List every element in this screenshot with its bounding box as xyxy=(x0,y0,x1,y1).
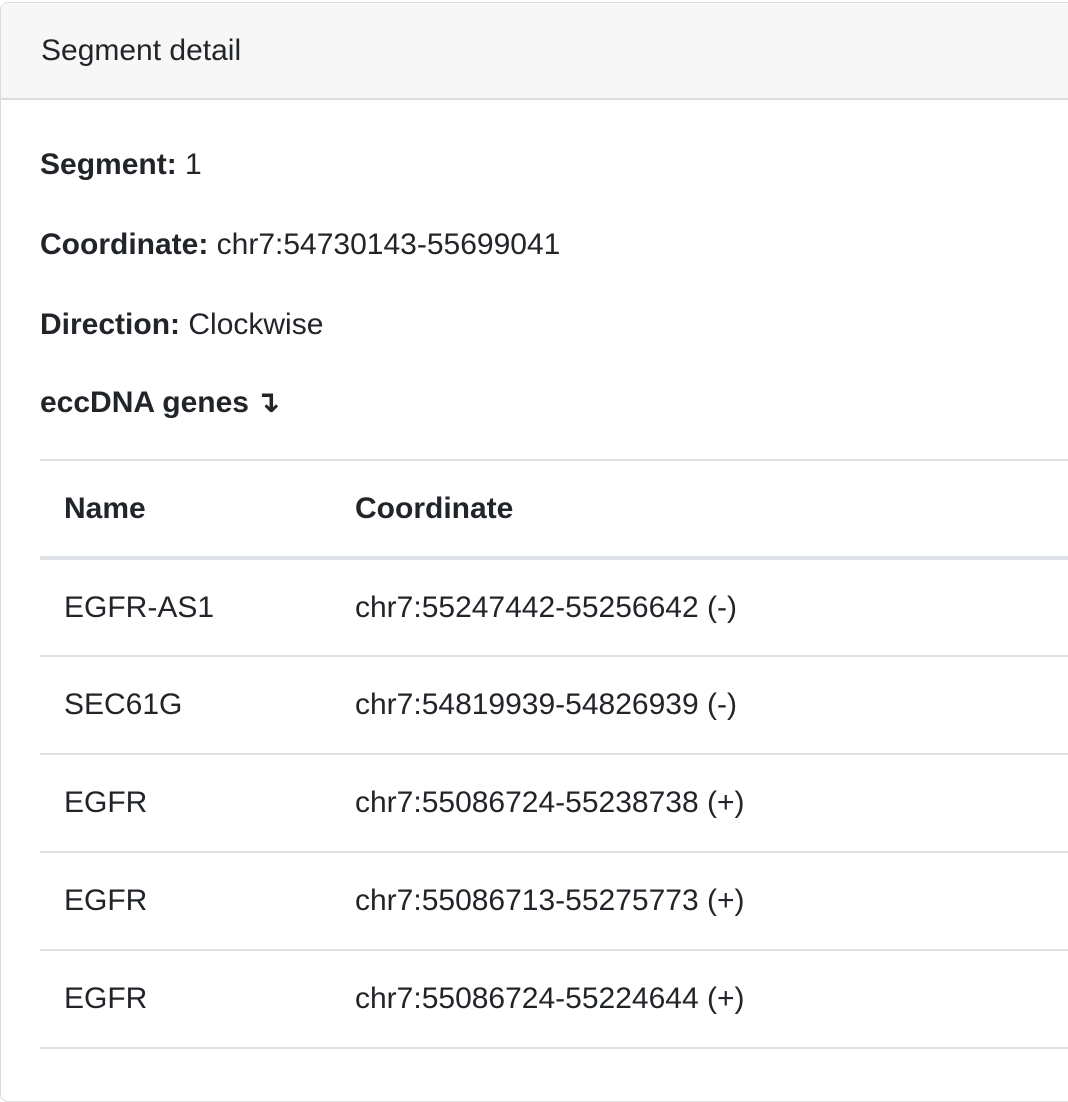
direction-field: Direction: Clockwise xyxy=(40,307,323,343)
card-header: Segment detail xyxy=(1,3,1068,100)
table-row: EGFR chr7:55086724-55238738 (+) xyxy=(40,754,1068,853)
segment-field: Segment: 1 xyxy=(40,147,202,183)
eccdna-genes-toggle[interactable]: eccDNA genes ↴ xyxy=(40,385,280,421)
table-row: SEC61G chr7:54819939-54826939 (-) xyxy=(40,656,1068,755)
arrow-down-icon: ↴ xyxy=(254,386,281,419)
segment-label: Segment: xyxy=(40,148,177,181)
table-row: EGFR-AS1 chr7:55247442-55256642 (-) xyxy=(40,558,1068,657)
eccdna-genes-heading: eccDNA genes xyxy=(40,386,249,419)
genes-table: Name Coordinate EGFR-AS1 chr7:55247442-5… xyxy=(40,459,1068,1049)
coordinate-value: chr7:54730143-55699041 xyxy=(216,228,561,261)
gene-coordinate-cell: chr7:54819939-54826939 (-) xyxy=(331,656,1068,755)
gene-name-cell: EGFR xyxy=(40,950,331,1049)
gene-name-cell: EGFR xyxy=(40,852,331,951)
card-title: Segment detail xyxy=(41,33,242,67)
gene-coordinate-cell: chr7:55247442-55256642 (-) xyxy=(331,558,1068,657)
column-header-coordinate: Coordinate xyxy=(331,459,1068,560)
table-row: EGFR chr7:55086713-55275773 (+) xyxy=(40,852,1068,951)
gene-coordinate-cell: chr7:55086713-55275773 (+) xyxy=(331,852,1068,951)
coordinate-field: Coordinate: chr7:54730143-55699041 xyxy=(40,227,560,263)
segment-value: 1 xyxy=(185,148,202,181)
coordinate-label: Coordinate: xyxy=(40,228,209,261)
gene-name-cell: SEC61G xyxy=(40,656,331,755)
table-header-row: Name Coordinate xyxy=(40,459,1068,560)
table-row: EGFR chr7:55086724-55224644 (+) xyxy=(40,950,1068,1049)
direction-label: Direction: xyxy=(40,308,181,341)
gene-coordinate-cell: chr7:55086724-55224644 (+) xyxy=(331,950,1068,1049)
column-header-name: Name xyxy=(40,459,331,560)
gene-name-cell: EGFR xyxy=(40,754,331,853)
gene-name-cell: EGFR-AS1 xyxy=(40,558,331,657)
direction-value: Clockwise xyxy=(188,308,324,341)
gene-coordinate-cell: chr7:55086724-55238738 (+) xyxy=(331,754,1068,853)
